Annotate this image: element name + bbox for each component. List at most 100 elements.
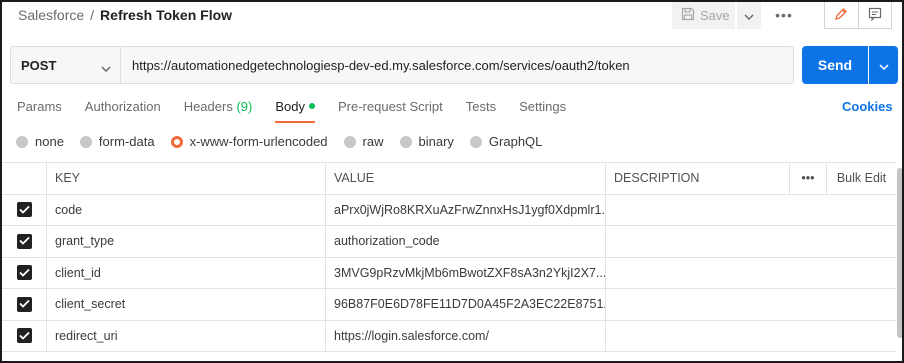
radio-label: x-www-form-urlencoded (189, 134, 328, 149)
breadcrumb-separator: / (90, 7, 95, 23)
row-checkbox[interactable] (16, 202, 32, 218)
key-cell[interactable]: client_secret (46, 289, 325, 320)
postman-window: Salesforce / Refresh Token Flow Save ••• (0, 0, 904, 363)
table-row: client_id 3MVG9pRzvMkjMb6mBwotZXF8sA3n2Y… (2, 257, 896, 289)
description-cell[interactable] (605, 320, 896, 351)
checkmark-icon (18, 329, 30, 343)
urlencoded-params-table: KEY VALUE DESCRIPTION ••• Bulk Edit code… (2, 162, 896, 352)
description-cell[interactable] (605, 194, 896, 225)
column-header-description: DESCRIPTION (605, 163, 789, 194)
description-cell[interactable] (605, 226, 896, 257)
headers-count: (9) (236, 99, 253, 114)
radio-circle (16, 135, 28, 148)
value-cell[interactable]: 96B87F0E6D78FE11D7D0A45F2A3EC22E8751... (325, 289, 605, 320)
bulk-edit-button[interactable]: Bulk Edit (826, 163, 896, 194)
table-row: grant_type authorization_code (2, 226, 896, 258)
tab-body-label: Body (275, 99, 305, 114)
key-cell[interactable]: code (46, 194, 325, 225)
chevron-down-icon (878, 58, 889, 73)
comments-button[interactable] (859, 2, 892, 28)
body-type-form-data[interactable]: form-data (79, 134, 155, 149)
radio-label: GraphQL (488, 134, 543, 149)
table-row: client_secret 96B87F0E6D78FE11D7D0A45F2A… (2, 289, 896, 321)
side-panel-toggle (824, 2, 892, 29)
radio-circle (399, 135, 412, 148)
body-type-none[interactable]: none (16, 134, 64, 149)
column-header-value: VALUE (325, 163, 605, 194)
header-checkbox-column (2, 163, 46, 194)
checkmark-icon (18, 297, 30, 311)
body-type-raw[interactable]: raw (343, 134, 384, 149)
chevron-down-icon (101, 60, 111, 75)
value-cell[interactable]: https://login.salesforce.com/ (325, 320, 605, 351)
row-checkbox[interactable] (16, 296, 32, 312)
tab-authorization[interactable]: Authorization (85, 99, 161, 123)
value-cell[interactable]: authorization_code (325, 226, 605, 257)
method-select[interactable]: POST (10, 46, 121, 84)
row-checkbox[interactable] (16, 233, 32, 249)
radio-circle (79, 135, 92, 148)
save-button[interactable]: Save (672, 2, 735, 29)
breadcrumb: Salesforce / Refresh Token Flow (18, 7, 232, 23)
table-header-row: KEY VALUE DESCRIPTION ••• Bulk Edit (2, 163, 896, 195)
row-checkbox-cell (2, 226, 46, 257)
column-options-button[interactable]: ••• (789, 163, 826, 194)
table-row: code aPrx0jWjRo8KRXuAzFrwZnnxHsJ1ygf0Xdp… (2, 194, 896, 226)
table-row: redirect_uri https://login.salesforce.co… (2, 320, 896, 352)
radio-circle-selected (170, 135, 183, 148)
row-checkbox-cell (2, 195, 46, 226)
tab-headers[interactable]: Headers (9) (184, 99, 253, 123)
url-input[interactable]: https://automationedgetechnologiesp-dev-… (121, 46, 794, 84)
request-header: Salesforce / Refresh Token Flow Save ••• (2, 2, 902, 32)
body-type-graphql[interactable]: GraphQL (469, 134, 543, 149)
body-type-urlencoded[interactable]: x-www-form-urlencoded (170, 134, 328, 149)
save-label: Save (700, 8, 730, 23)
scrollbar-thumb[interactable] (897, 168, 902, 338)
tab-body[interactable]: Body (275, 99, 315, 123)
body-type-binary[interactable]: binary (399, 134, 454, 149)
value-cell[interactable]: 3MVG9pRzvMkjMb6mBwotZXF8sA3n2YkjI2X7... (325, 257, 605, 288)
method-label: POST (21, 57, 57, 73)
tab-headers-label: Headers (183, 99, 233, 114)
radio-label: binary (418, 134, 454, 149)
save-options-button[interactable] (737, 2, 761, 29)
radio-label: none (35, 134, 64, 149)
radio-label: raw (362, 134, 384, 149)
checkmark-icon (18, 266, 30, 280)
more-actions-button[interactable]: ••• (773, 6, 795, 24)
cookies-link[interactable]: Cookies (842, 99, 893, 114)
tab-pre-request-script[interactable]: Pre-request Script (338, 99, 443, 123)
breadcrumb-collection[interactable]: Salesforce (18, 7, 84, 23)
comment-icon (868, 7, 882, 24)
save-icon (681, 7, 695, 24)
table-scrollbar[interactable] (896, 162, 902, 360)
description-cell[interactable] (605, 257, 896, 288)
key-cell[interactable]: client_id (46, 257, 325, 288)
body-type-options: none form-data x-www-form-urlencoded raw… (16, 134, 558, 149)
checkmark-icon (18, 234, 30, 248)
radio-label: form-data (98, 134, 155, 149)
description-cell[interactable] (605, 289, 896, 320)
key-cell[interactable]: grant_type (46, 226, 325, 257)
value-cell[interactable]: aPrx0jWjRo8KRXuAzFrwZnnxHsJ1ygf0Xdpmlr1.… (325, 194, 605, 225)
checkmark-icon (18, 203, 30, 217)
request-name[interactable]: Refresh Token Flow (100, 7, 232, 23)
tab-tests[interactable]: Tests (466, 99, 496, 123)
key-cell[interactable]: redirect_uri (46, 320, 325, 351)
row-checkbox-cell (2, 258, 46, 289)
pencil-icon (834, 7, 848, 24)
send-options-button[interactable] (869, 46, 898, 84)
row-checkbox-cell (2, 321, 46, 352)
body-indicator-dot (308, 103, 315, 109)
documentation-edit-button[interactable] (825, 2, 859, 28)
row-checkbox[interactable] (16, 328, 32, 344)
row-checkbox[interactable] (16, 265, 32, 281)
radio-circle (469, 135, 482, 148)
tab-settings[interactable]: Settings (519, 99, 566, 123)
column-header-key: KEY (46, 163, 325, 194)
chevron-down-icon (744, 8, 754, 23)
row-checkbox-cell (2, 289, 46, 320)
send-button[interactable]: Send (802, 46, 868, 84)
radio-circle (343, 135, 356, 148)
tab-params[interactable]: Params (17, 99, 62, 123)
